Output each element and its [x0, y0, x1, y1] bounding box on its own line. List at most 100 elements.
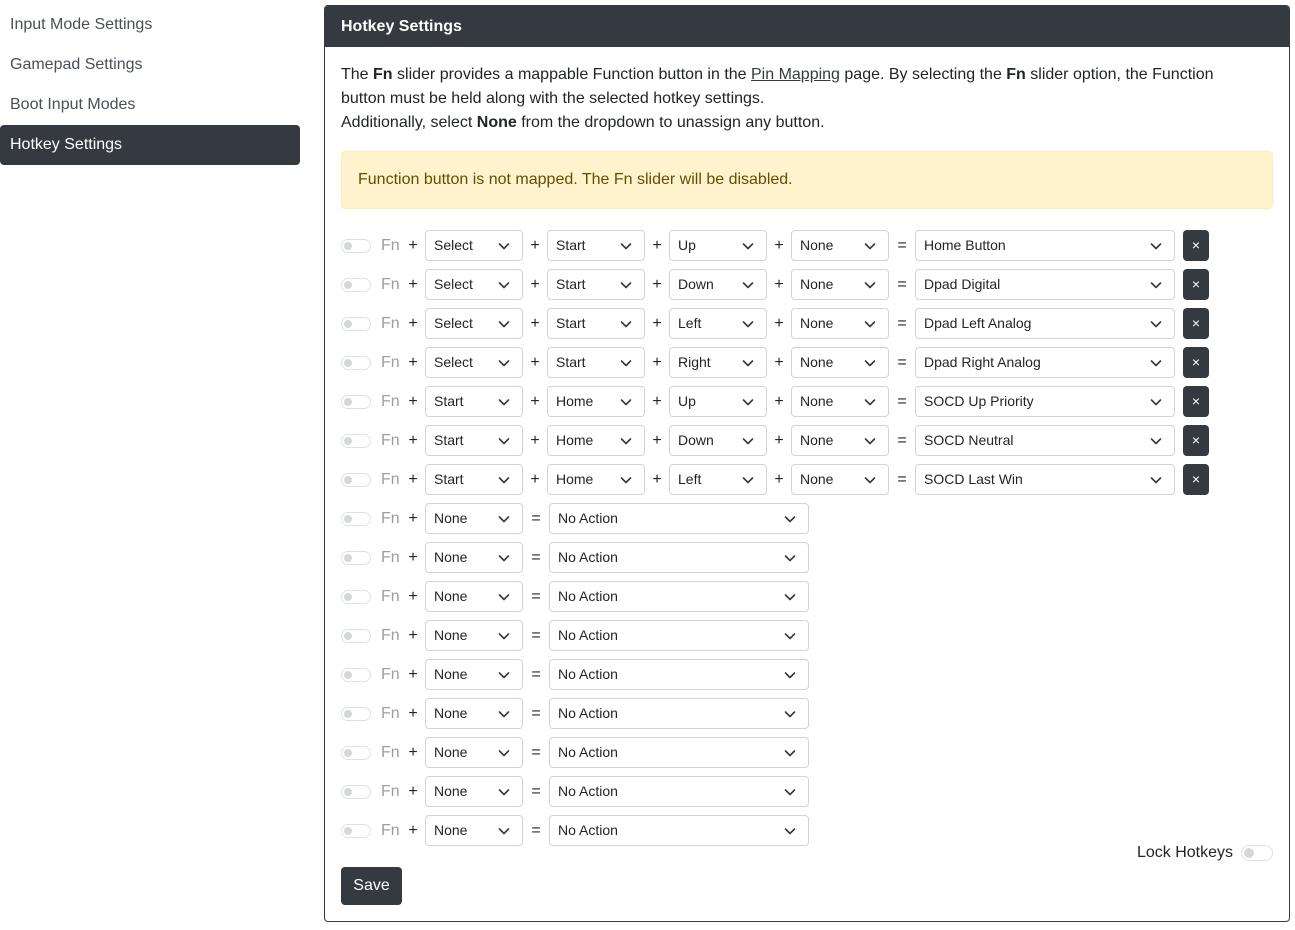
lock-hotkeys-toggle[interactable]: [1241, 845, 1273, 861]
hotkey-button-select[interactable]: Start: [547, 308, 645, 339]
fn-toggle[interactable]: [341, 277, 371, 292]
hotkey-button-select[interactable]: Select: [425, 269, 523, 300]
pin-mapping-link[interactable]: Pin Mapping: [751, 66, 840, 83]
select-value: None: [434, 510, 468, 526]
hotkey-button-select[interactable]: Up: [669, 230, 767, 261]
remove-hotkey-button[interactable]: ×: [1183, 308, 1209, 339]
hotkey-button-select[interactable]: Start: [547, 347, 645, 378]
hotkey-button-select[interactable]: None: [425, 698, 523, 729]
fn-toggle[interactable]: [341, 511, 371, 526]
fn-toggle[interactable]: [341, 433, 371, 448]
hotkey-action-select[interactable]: No Action: [549, 503, 809, 534]
select-value: None: [800, 432, 834, 448]
hotkey-action-select[interactable]: No Action: [549, 698, 809, 729]
hotkey-button-select[interactable]: None: [425, 815, 523, 846]
hotkey-row: Fn + None = No Action: [341, 577, 1209, 616]
hotkey-action-select[interactable]: No Action: [549, 776, 809, 807]
fn-toggle[interactable]: [341, 316, 371, 331]
hotkey-action-select[interactable]: No Action: [549, 659, 809, 690]
fn-toggle[interactable]: [341, 628, 371, 643]
remove-hotkey-button[interactable]: ×: [1183, 230, 1209, 261]
hotkey-button-select[interactable]: Up: [669, 386, 767, 417]
sidebar-item-gamepad-settings[interactable]: Gamepad Settings: [0, 45, 300, 85]
hotkey-action-select[interactable]: No Action: [549, 581, 809, 612]
hotkey-button-select[interactable]: Down: [669, 269, 767, 300]
hotkey-action-select[interactable]: No Action: [549, 737, 809, 768]
fn-toggle[interactable]: [341, 784, 371, 799]
hotkey-button-select[interactable]: None: [425, 503, 523, 534]
hotkey-button-select[interactable]: Select: [425, 347, 523, 378]
hotkey-button-select[interactable]: Home: [547, 425, 645, 456]
fn-toggle[interactable]: [341, 667, 371, 682]
fn-toggle[interactable]: [341, 355, 371, 370]
remove-hotkey-button[interactable]: ×: [1183, 425, 1209, 456]
hotkey-action-select[interactable]: Dpad Left Analog: [915, 308, 1175, 339]
sidebar-item-boot-input-modes[interactable]: Boot Input Modes: [0, 85, 300, 125]
fn-toggle[interactable]: [341, 706, 371, 721]
select-value: Select: [434, 354, 473, 370]
hotkey-button-select[interactable]: None: [425, 737, 523, 768]
hotkey-button-select[interactable]: None: [425, 776, 523, 807]
hotkey-action-select[interactable]: SOCD Neutral: [915, 425, 1175, 456]
hotkey-button-select[interactable]: Start: [425, 464, 523, 495]
fn-toggle[interactable]: [341, 823, 371, 838]
hotkey-button-select[interactable]: None: [791, 308, 889, 339]
hotkey-button-select[interactable]: Start: [547, 230, 645, 261]
sidebar-item-input-mode-settings[interactable]: Input Mode Settings: [0, 5, 300, 45]
hotkey-button-select[interactable]: Home: [547, 464, 645, 495]
hotkey-action-select[interactable]: SOCD Last Win: [915, 464, 1175, 495]
fn-toggle[interactable]: [341, 394, 371, 409]
chevron-down-icon: [498, 360, 510, 367]
hotkey-row: Fn + None = No Action: [341, 694, 1209, 733]
remove-hotkey-button[interactable]: ×: [1183, 269, 1209, 300]
hotkey-button-select[interactable]: Select: [425, 230, 523, 261]
hotkey-button-select[interactable]: None: [791, 269, 889, 300]
hotkey-button-select[interactable]: Down: [669, 425, 767, 456]
hotkey-button-select[interactable]: Start: [425, 386, 523, 417]
select-value: No Action: [558, 666, 618, 682]
hotkey-button-select[interactable]: None: [425, 581, 523, 612]
hotkey-button-select[interactable]: Start: [547, 269, 645, 300]
hotkey-button-select[interactable]: None: [425, 542, 523, 573]
hotkey-action-select[interactable]: No Action: [549, 815, 809, 846]
hotkey-button-select[interactable]: Home: [547, 386, 645, 417]
equals-sign: =: [897, 431, 907, 449]
fn-toggle[interactable]: [341, 550, 371, 565]
fn-toggle[interactable]: [341, 472, 371, 487]
hotkey-button-select[interactable]: Select: [425, 308, 523, 339]
hotkey-button-select[interactable]: Right: [669, 347, 767, 378]
hotkey-button-select[interactable]: None: [791, 425, 889, 456]
hotkey-button-select[interactable]: None: [791, 464, 889, 495]
hotkey-action-select[interactable]: No Action: [549, 620, 809, 651]
hotkey-button-select[interactable]: None: [791, 386, 889, 417]
plus-sign: +: [530, 275, 540, 293]
hotkey-button-select[interactable]: None: [425, 620, 523, 651]
plus-sign: +: [408, 314, 418, 332]
hotkey-action-select[interactable]: Dpad Digital: [915, 269, 1175, 300]
hotkey-action-select[interactable]: SOCD Up Priority: [915, 386, 1175, 417]
hotkey-action-select[interactable]: No Action: [549, 542, 809, 573]
hotkey-button-select[interactable]: Left: [669, 464, 767, 495]
save-button[interactable]: Save: [341, 867, 402, 905]
chevron-down-icon: [864, 282, 876, 289]
hotkey-button-select[interactable]: Left: [669, 308, 767, 339]
remove-hotkey-button[interactable]: ×: [1183, 464, 1209, 495]
equals-sign: =: [531, 821, 541, 839]
remove-hotkey-button[interactable]: ×: [1183, 386, 1209, 417]
hotkey-button-select[interactable]: None: [425, 659, 523, 690]
fn-toggle[interactable]: [341, 589, 371, 604]
toggle-knob: [344, 280, 352, 289]
fn-toggle[interactable]: [341, 238, 371, 253]
fn-label: Fn: [381, 743, 400, 761]
sidebar-item-hotkey-settings[interactable]: Hotkey Settings: [0, 125, 300, 165]
hotkey-action-select[interactable]: Dpad Right Analog: [915, 347, 1175, 378]
select-value: Select: [434, 237, 473, 253]
hotkey-button-select[interactable]: Start: [425, 425, 523, 456]
remove-hotkey-button[interactable]: ×: [1183, 347, 1209, 378]
toggle-knob: [344, 514, 352, 523]
hotkey-button-select[interactable]: None: [791, 230, 889, 261]
hotkey-action-select[interactable]: Home Button: [915, 230, 1175, 261]
chevron-down-icon: [784, 750, 796, 757]
fn-toggle[interactable]: [341, 745, 371, 760]
hotkey-button-select[interactable]: None: [791, 347, 889, 378]
